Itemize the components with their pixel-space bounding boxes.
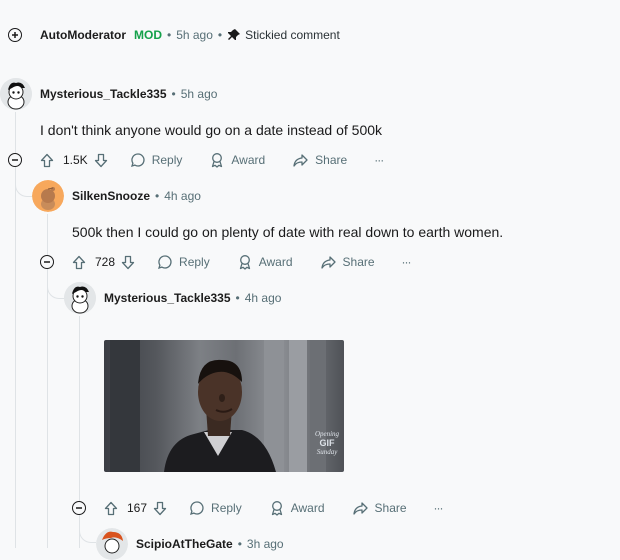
speech-bubble-icon	[190, 501, 204, 516]
thread-connector	[79, 518, 96, 543]
gif-watermark: Opening GIF Sunday	[310, 430, 344, 457]
comment-username[interactable]: AutoModerator	[40, 28, 126, 42]
upvote-button[interactable]	[72, 255, 86, 270]
collapse-thread-button[interactable]	[40, 255, 54, 269]
upvote-arrow-icon	[40, 153, 54, 167]
collapse-thread-button[interactable]	[8, 153, 22, 167]
award-label: Award	[258, 255, 293, 269]
downvote-arrow-icon	[121, 255, 135, 269]
avatar[interactable]	[0, 78, 32, 110]
award-button[interactable]: Award	[269, 500, 325, 516]
award-ribbon-icon	[239, 255, 250, 270]
separator-dot: •	[155, 189, 160, 203]
reply-label: Reply	[151, 153, 183, 167]
vote-count: 167	[127, 501, 148, 515]
plus-circle-icon	[12, 32, 18, 38]
award-ribbon-icon	[271, 501, 282, 516]
award-button[interactable]: Award	[209, 152, 265, 168]
thread-connector	[47, 272, 64, 299]
reply-button[interactable]: Reply	[130, 152, 183, 168]
more-options-button[interactable]: ···	[434, 501, 444, 515]
award-button[interactable]: Award	[237, 254, 293, 270]
downvote-arrow-icon	[94, 153, 107, 167]
pin-icon	[228, 29, 241, 40]
share-label: Share	[315, 153, 348, 167]
share-button[interactable]: Share	[320, 254, 375, 270]
upvote-arrow-icon	[72, 255, 86, 269]
comment-username[interactable]: Mysterious_Tackle335	[104, 291, 231, 305]
vote-count: 1.5K	[63, 153, 88, 167]
gif-image[interactable]: Opening GIF Sunday	[104, 340, 344, 472]
share-button[interactable]: Share	[352, 500, 407, 516]
automod-comment-header: AutoModerator MOD • 5h ago • Stickied co…	[40, 27, 340, 43]
comment-body: I don't think anyone would go on a date …	[40, 122, 383, 138]
award-label: Award	[290, 501, 325, 515]
comment-time[interactable]: 4h ago	[245, 291, 282, 305]
downvote-button[interactable]	[94, 153, 108, 168]
thread-connector	[15, 170, 32, 197]
comment-time[interactable]: 3h ago	[247, 537, 284, 551]
share-label: Share	[342, 255, 375, 269]
comment-time[interactable]: 5h ago	[181, 87, 218, 101]
award-ribbon-icon	[212, 153, 223, 168]
reply-label: Reply	[211, 501, 242, 515]
upvote-button[interactable]	[104, 501, 118, 516]
comment-time[interactable]: 4h ago	[164, 189, 201, 203]
share-label: Share	[374, 501, 407, 515]
award-label: Award	[231, 153, 266, 167]
separator-dot: •	[217, 28, 223, 42]
stickied-label: Stickied comment	[245, 28, 340, 42]
comment-time[interactable]: 5h ago	[176, 28, 213, 42]
upvote-button[interactable]	[40, 153, 54, 168]
gif-watermark-bot: Sunday	[316, 448, 338, 456]
minus-circle-icon	[44, 261, 50, 263]
more-options-button[interactable]: ···	[402, 255, 412, 269]
comment-action-bar: 728 Reply Award Share ···	[72, 253, 412, 271]
avatar[interactable]	[32, 180, 64, 212]
comment-action-bar: 1.5K Reply Award Share ···	[40, 151, 384, 169]
separator-dot: •	[235, 291, 240, 305]
downvote-button[interactable]	[153, 501, 167, 516]
minus-circle-icon	[12, 159, 18, 161]
speech-bubble-icon	[130, 153, 145, 168]
comment-username[interactable]: ScipioAtTheGate	[136, 537, 233, 551]
gif-watermark-mid: GIF	[319, 438, 335, 448]
comment-header: Mysterious_Tackle335 • 4h ago	[104, 290, 281, 306]
comment-body: 500k then I could go on plenty of date w…	[72, 224, 504, 240]
reply-button[interactable]: Reply	[157, 254, 210, 270]
share-button[interactable]: Share	[292, 152, 347, 168]
share-arrow-icon	[320, 256, 336, 269]
expand-thread-button[interactable]	[8, 28, 22, 42]
upvote-arrow-icon	[104, 501, 118, 515]
downvote-button[interactable]	[121, 255, 135, 270]
share-arrow-icon	[352, 502, 368, 515]
reply-label: Reply	[179, 255, 210, 269]
comment-username[interactable]: SilkenSnooze	[72, 189, 150, 203]
comment-username[interactable]: Mysterious_Tackle335	[40, 87, 167, 101]
avatar[interactable]	[96, 528, 128, 560]
share-arrow-icon	[293, 154, 308, 167]
separator-dot: •	[237, 537, 242, 551]
mod-badge: MOD	[134, 28, 162, 42]
vote-count: 728	[95, 255, 116, 269]
downvote-arrow-icon	[153, 501, 167, 515]
comment-header: SilkenSnooze • 4h ago	[72, 188, 201, 204]
more-options-button[interactable]: ···	[374, 153, 384, 167]
comment-header: Mysterious_Tackle335 • 5h ago	[40, 86, 217, 102]
comment-header: ScipioAtTheGate • 3h ago	[136, 536, 284, 552]
collapse-thread-button[interactable]	[72, 501, 86, 515]
person-figure	[164, 359, 276, 472]
reply-button[interactable]: Reply	[189, 500, 242, 516]
avatar[interactable]	[64, 282, 96, 314]
comment-action-bar: 167 Reply Award Share ···	[104, 499, 444, 517]
separator-dot: •	[171, 87, 176, 101]
speech-bubble-icon	[158, 255, 172, 270]
minus-circle-icon	[76, 507, 82, 509]
separator-dot: •	[167, 28, 172, 42]
